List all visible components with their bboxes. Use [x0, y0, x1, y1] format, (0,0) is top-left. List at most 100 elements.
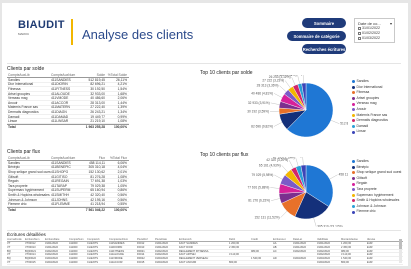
table-cell: CLIENTS: [87, 260, 98, 264]
table-cell: F0015: [137, 260, 145, 264]
legend-swatch: [352, 108, 355, 112]
column-header[interactable]: EcritureLib: [179, 238, 229, 241]
table-cell: Gitisoft: [8, 174, 19, 179]
table-cell: EUR: [367, 241, 373, 245]
scrollbar-thumb[interactable]: [399, 239, 402, 249]
legend-item[interactable]: Linsar: [352, 129, 388, 135]
column-header[interactable]: CompteAuxNum: [51, 73, 81, 77]
details-scrollbar[interactable]: [399, 239, 402, 263]
column-header[interactable]: EcritureDate: [45, 238, 69, 241]
table-cell: 79 029,38: [90, 183, 105, 188]
table-cell: AC: [273, 249, 277, 253]
table-cell: VT: [7, 245, 11, 249]
column-header[interactable]: Montantdevise: [341, 238, 367, 241]
sommaire-button[interactable]: Sommaire: [302, 18, 346, 28]
total-cell: Total: [8, 207, 16, 212]
table-cell: 411ACCOR: [51, 100, 69, 105]
table-cell: Fitnessa: [8, 86, 21, 91]
recherches-ecritures-button[interactable]: Recherches écritures: [302, 44, 346, 54]
column-header[interactable]: Credit: [251, 238, 273, 241]
chevron-down-icon[interactable]: ▾: [390, 21, 392, 26]
table-cell: F0014: [137, 253, 145, 257]
column-header[interactable]: ValidDate: [317, 238, 341, 241]
table-cell: 3 110,00: [229, 253, 239, 257]
table-cell: 26,11%: [116, 77, 127, 82]
table-cell: 42 195,16: [90, 197, 105, 202]
total-cell: 100,00%: [113, 124, 127, 129]
legend-label: Linsar: [356, 129, 366, 134]
column-header[interactable]: CompteAuxNum: [109, 238, 137, 241]
top10-solde-pie-chart: 512 819 (60,91%) 82 696 (9,82%) 30 192 (3,…: [247, 75, 348, 138]
column-header[interactable]: Solde: [81, 73, 105, 77]
table-cell: 0,56%: [117, 192, 127, 197]
table-cell: 2,06%: [117, 96, 127, 101]
table-cell: 1,54%: [117, 86, 127, 91]
pie-leader-line: [313, 217, 317, 227]
table-cell: 19 449,77: [90, 114, 105, 119]
legend-swatch: [352, 165, 355, 169]
pie-data-label: 27 222 (3,23%): [262, 79, 284, 83]
date-option[interactable]: 01/03/2022: [358, 36, 391, 41]
sommaire-categorie-button[interactable]: Sommaire de catégorie: [287, 31, 346, 41]
table-cell: VT: [7, 253, 11, 257]
legend-swatch: [352, 182, 355, 186]
column-header[interactable]: JournalCode: [7, 238, 25, 241]
column-header[interactable]: Flux: [81, 156, 105, 160]
column-header[interactable]: CompteAuxLib: [7, 156, 51, 160]
table-cell: FACT DIOR: [179, 245, 193, 249]
column-header[interactable]: Debit: [229, 238, 251, 241]
pie-data-label: 305 310 (23,12%): [317, 225, 342, 227]
column-header[interactable]: PieceDate: [155, 238, 179, 241]
table-cell: 411ALOUDE: [51, 91, 70, 96]
table-cell: 42 320,40: [90, 192, 105, 197]
pie-leader-line: [273, 93, 283, 98]
pie-data-label: 30 192 (3,59%): [247, 110, 269, 114]
table-cell: EUR: [367, 257, 373, 261]
table-cell: 2 450,00: [341, 245, 352, 249]
total-cell: 100,00%: [113, 207, 127, 212]
pie-leader-line: [302, 157, 304, 166]
table-cell: Verseau mag: [8, 96, 28, 101]
table-cell: Tara proprete: [8, 183, 28, 188]
column-header[interactable]: EcritureLet: [273, 238, 293, 241]
column-header[interactable]: PieceRef: [137, 238, 155, 241]
column-header[interactable]: Idevise: [367, 238, 383, 241]
legend-label: Flemme chic: [356, 209, 376, 214]
table-cell: 77 691,38: [90, 179, 105, 184]
checkbox-icon[interactable]: [358, 32, 361, 35]
column-header[interactable]: %Total Solde: [105, 73, 127, 77]
table-cell: 01/02/2022: [317, 253, 330, 257]
table-cell: VT00013: [25, 245, 36, 249]
table-cell: CLIENTS: [87, 245, 98, 249]
pie-leader-line: [270, 187, 280, 189]
column-header[interactable]: CompteLib: [87, 238, 109, 241]
table-cell: 458 114,11: [88, 160, 105, 165]
legend-swatch: [352, 119, 355, 123]
table-row[interactable]: VT VT00015 01/03/2022 411000 CLIENTS 411ACCOR…: [7, 261, 403, 265]
table-cell: VT: [7, 260, 11, 264]
table-cell: Sandies: [8, 160, 20, 165]
table-cell: 411MATERN: [51, 105, 70, 110]
column-header[interactable]: EcritureNum: [25, 238, 45, 241]
logo-subtext: MAROC: [18, 32, 30, 36]
legend-item[interactable]: Flemme chic: [352, 209, 401, 215]
table-cell: 21 219,10: [90, 119, 105, 124]
column-header[interactable]: DateLet: [293, 238, 317, 241]
pie-leader-line: [329, 174, 338, 180]
table-cell: 31/01/2022: [155, 245, 168, 249]
ecritures-detaillees-title: Écritures détaillées: [7, 232, 46, 237]
column-header[interactable]: CompteAuxNum: [51, 156, 81, 160]
table-cell: 411FITNESS: [51, 86, 71, 91]
column-header[interactable]: %Total Flux: [105, 156, 127, 160]
column-header[interactable]: CompteAuxLib: [7, 73, 51, 77]
checkbox-icon[interactable]: [358, 27, 361, 30]
pie-leader-line: [295, 157, 299, 167]
table-cell: 2 450,00: [229, 245, 240, 249]
column-header[interactable]: CompteNum: [69, 238, 87, 241]
pie-leader-line: [330, 120, 340, 124]
table-cell: 31/01/2022: [317, 241, 330, 245]
checkbox-icon[interactable]: [358, 37, 361, 40]
date-filter-slicer[interactable]: Date de co... ▾ 31/01/2022 01/02/2022 01…: [354, 18, 395, 43]
table-cell: 3 110,00: [341, 253, 351, 257]
table-cell: 01/02/2022: [45, 253, 58, 257]
